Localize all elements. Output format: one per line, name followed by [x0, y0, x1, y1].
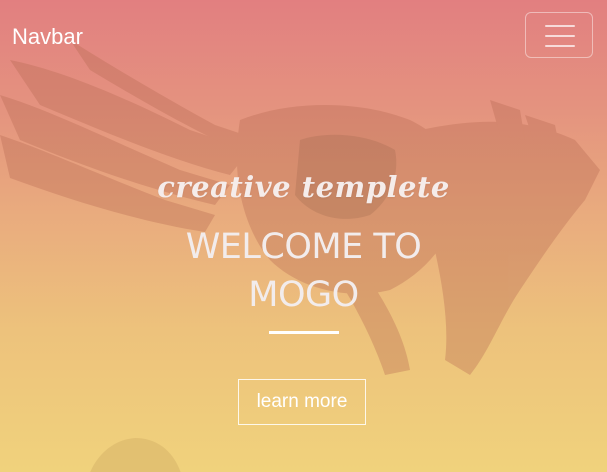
- rock-decoration: [90, 438, 181, 472]
- hero-section: Navbar creative templete WELCOME TO MOGO…: [0, 0, 607, 472]
- learn-more-button[interactable]: learn more: [238, 379, 366, 425]
- hamburger-menu-icon: [545, 25, 575, 47]
- navbar-toggler-button[interactable]: [525, 12, 593, 58]
- top-navbar: Navbar: [0, 0, 607, 76]
- intro-block: creative templete WELCOME TO MOGO: [0, 165, 607, 334]
- navbar-brand[interactable]: Navbar: [12, 22, 83, 52]
- intro-title: WELCOME TO MOGO: [185, 227, 422, 315]
- intro-suptitle: creative templete: [157, 170, 450, 204]
- title-divider: [268, 331, 339, 334]
